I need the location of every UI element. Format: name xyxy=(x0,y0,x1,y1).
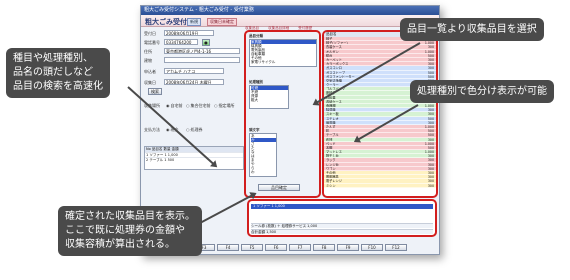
item-name: ミシン xyxy=(326,183,336,188)
list-item[interactable]: 粗大 xyxy=(251,98,288,102)
collection-place-row: 収集場所 自宅前 集合住宅前 指定場所 xyxy=(144,102,244,109)
confirmed-items-panel: 1 ソファー 1 1,000 シール券 (枚数) ＋ 処理券サービス 1,000… xyxy=(247,199,437,237)
payment-row: 支払方法 現金 処理券 xyxy=(144,126,244,133)
collection-date-field[interactable]: 2008年06月24日 木曜日 xyxy=(164,79,224,85)
f5-button[interactable]: F5 xyxy=(241,244,263,251)
radio-apartment-front[interactable]: 集合住宅前 xyxy=(186,103,211,109)
f12-button[interactable]: F12 xyxy=(385,244,407,251)
f10-button[interactable]: F10 xyxy=(361,244,383,251)
payment-label: 支払方法 xyxy=(144,127,160,132)
table-row[interactable]: 2 テーブル 1 500 xyxy=(145,157,243,162)
callout-confirmed-items: 確定された収集品目を表示。 ここで既に処理券の金額や 収集容積が算出される。 xyxy=(58,206,202,256)
reception-date-field[interactable]: 2008年06月19日 xyxy=(164,30,214,36)
phone-row: 電話番号 0334764200 ● xyxy=(144,39,244,46)
f6-button[interactable]: F6 xyxy=(265,244,287,251)
callout-line: 確定された収集品目を表示。 xyxy=(65,211,195,222)
name-label: 申込者 xyxy=(144,69,156,74)
total-sum-row: 合計金額 1,500 xyxy=(251,229,433,234)
callout-line: 品目の検索を高速化 xyxy=(13,81,103,92)
phone-label: 電話番号 xyxy=(144,40,160,45)
f4-button[interactable]: F4 xyxy=(217,244,239,251)
item-confirm-button[interactable]: 品目確定 xyxy=(258,184,300,191)
callout-line: 種目や処理種別、 xyxy=(13,53,93,64)
header-name: 品目名 xyxy=(326,32,337,36)
address-row: 住所 東京都港区虎ノ門4-1-16 xyxy=(144,48,244,55)
type-list[interactable]: 可燃 不燃 資源 粗大 xyxy=(249,85,289,109)
f8-button[interactable]: F8 xyxy=(313,244,335,251)
ticket-sum-row: シール券 (枚数) ＋ 処理券サービス 1,000 xyxy=(251,223,433,228)
callout-fast-search: 種目や処理種別、 品名の頭だしなど 品目の検索を高速化 xyxy=(6,48,110,98)
building-field[interactable] xyxy=(164,57,240,63)
reception-date-label: 受付日 xyxy=(144,31,156,36)
list-item[interactable]: 家電リサイクル xyxy=(251,60,316,64)
radio-house-front[interactable]: 自宅前 xyxy=(166,103,183,109)
callout-line: 収集容積が算出される。 xyxy=(65,239,175,250)
window-titlebar: 粗大ごみ受付システム - 粗大ごみ受付 - 受付業務 xyxy=(141,6,439,15)
search-button[interactable]: 検索 xyxy=(148,88,162,95)
category-list[interactable]: 家具類 寝具類 電気製品 自転車類 その他 家電リサイクル xyxy=(249,39,317,67)
list-item[interactable]: わ xyxy=(251,170,276,174)
radio-designated-place[interactable]: 指定場所 xyxy=(214,103,235,109)
building-row: 建物 xyxy=(144,57,244,64)
callout-line: 品名の頭だしなど xyxy=(13,67,93,78)
name-row: 申込者 アカムチ ハナコ xyxy=(144,68,244,75)
initial-list[interactable]: あ か さ た な は ま や ら わ xyxy=(249,133,277,177)
phone-field[interactable]: 0334764200 xyxy=(164,39,198,45)
selected-items-table: No 品目名 数量 金額 1 ソファー 1 1,000 2 テーブル 1 500 xyxy=(144,146,244,170)
reception-date-row: 受付日 2008年06月19日 xyxy=(144,30,244,37)
radio-ticket[interactable]: 処理券 xyxy=(186,127,203,133)
collection-date-row: 収集日 2008年06月24日 木曜日 xyxy=(144,79,244,86)
address-field[interactable]: 東京都港区虎ノ門4-1-16 xyxy=(164,48,240,54)
item-row[interactable]: ミシン 300 xyxy=(324,183,436,188)
app-title: 粗大ごみ受付 xyxy=(145,18,187,26)
item-search-panel: 品目分類 家具類 寝具類 電気製品 自転車類 その他 家電リサイクル 処理種別 … xyxy=(244,30,321,198)
item-rows: 椅子300椅子(ソファー)1,000衣装ケース300オルガン1,000鏡台500… xyxy=(324,37,436,188)
f7-button[interactable]: F7 xyxy=(289,244,311,251)
item-price: 300 xyxy=(427,183,434,188)
f9-button[interactable]: F9 xyxy=(337,244,359,251)
phone-search-button[interactable]: ● xyxy=(202,39,210,46)
screenshot-stage: 粗大ごみ受付システム - 粗大ごみ受付 - 受付業務 粗大ごみ受付 新規 収集日… xyxy=(0,0,570,280)
mode-badge: 新規 xyxy=(187,18,201,26)
name-field[interactable]: アカムチ ハナコ xyxy=(164,68,224,74)
collection-date-label: 収集日 xyxy=(144,80,156,85)
status-badge: 収集日未確定 xyxy=(207,18,237,26)
callout-line: ここで既に処理券の金額や xyxy=(65,225,185,236)
address-label: 住所 xyxy=(144,49,152,54)
item-list-panel: 品目名 金額 椅子300椅子(ソファー)1,000衣装ケース300オルガン1,0… xyxy=(322,30,438,198)
callout-select-items: 品目一覧より収集品目を選択 xyxy=(400,18,544,41)
building-label: 建物 xyxy=(144,58,152,63)
confirmed-item-row[interactable]: 1 ソファー 1 1,000 xyxy=(251,204,433,209)
callout-color-coding: 処理種別で色分け表示が可能 xyxy=(410,80,554,103)
